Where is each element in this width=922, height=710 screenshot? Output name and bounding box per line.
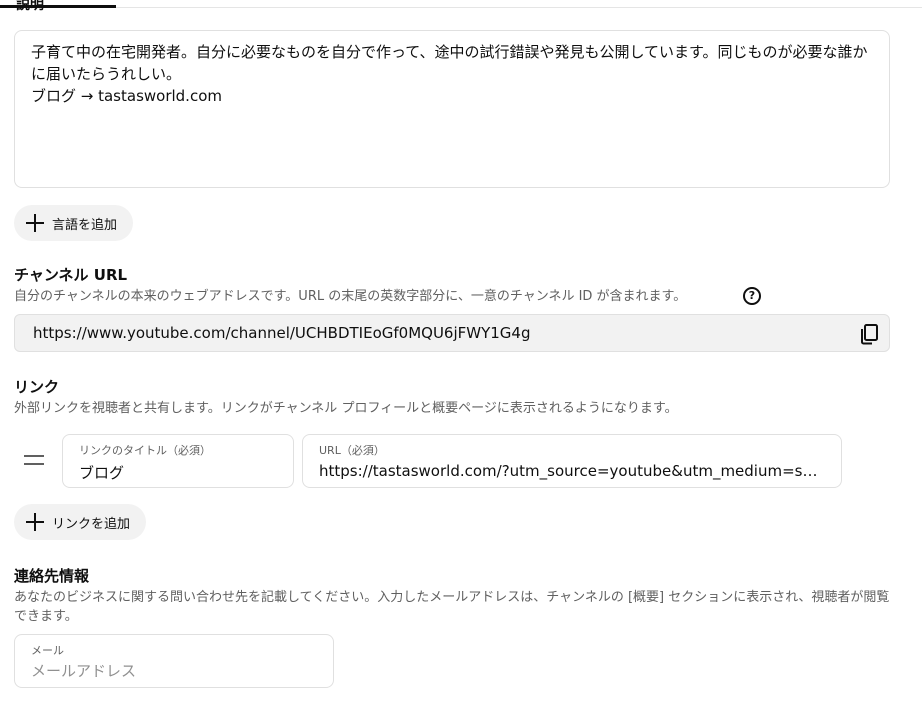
link-url-label: URL（必須） xyxy=(319,444,385,457)
add-link-button[interactable]: リンクを追加 xyxy=(14,504,147,540)
tab-divider xyxy=(0,7,922,8)
contact-subtitle: あなたのビジネスに関する問い合わせ先を記載してください。入力したメールアドレスは… xyxy=(14,590,890,624)
add-language-button[interactable]: 言語を追加 xyxy=(14,205,134,241)
contact-title: 連絡先情報 xyxy=(14,567,90,585)
links-subtitle: 外部リンクを視聴者と共有します。リンクがチャンネル プロフィールと概要ページに表… xyxy=(14,401,678,416)
copy-icon[interactable] xyxy=(859,323,879,345)
channel-url-value: https://www.youtube.com/channel/UCHBDTIE… xyxy=(33,324,531,342)
email-input[interactable] xyxy=(31,662,321,680)
email-label: メール xyxy=(31,644,64,657)
link-title-field[interactable]: リンクのタイトル（必須） ブログ xyxy=(62,434,294,488)
links-title: リンク xyxy=(14,378,60,396)
plus-icon xyxy=(26,513,44,531)
help-icon[interactable]: ? xyxy=(743,287,761,305)
email-field[interactable]: メール xyxy=(14,634,334,688)
add-language-label: 言語を追加 xyxy=(52,217,118,233)
plus-icon xyxy=(26,214,44,232)
channel-url-subtitle: 自分のチャンネルの本来のウェブアドレスです。URL の末尾の英数字部分に、一意の… xyxy=(14,289,687,304)
add-link-label: リンクを追加 xyxy=(52,516,131,532)
drag-handle-icon[interactable] xyxy=(24,455,44,467)
channel-url-title: チャンネル URL xyxy=(14,266,128,284)
link-url-value: https://tastasworld.com/?utm_source=yout… xyxy=(319,462,824,480)
link-title-value: ブログ xyxy=(79,464,125,482)
description-label: 説明 xyxy=(16,0,44,13)
link-url-field[interactable]: URL（必須） https://tastasworld.com/?utm_sou… xyxy=(302,434,842,488)
channel-url-field[interactable]: https://www.youtube.com/channel/UCHBDTIE… xyxy=(14,314,890,352)
description-textarea[interactable]: 子育て中の在宅開発者。自分に必要なものを自分で作って、途中の試行錯誤や発見も公開… xyxy=(14,30,890,188)
link-title-label: リンクのタイトル（必須） xyxy=(79,444,211,457)
